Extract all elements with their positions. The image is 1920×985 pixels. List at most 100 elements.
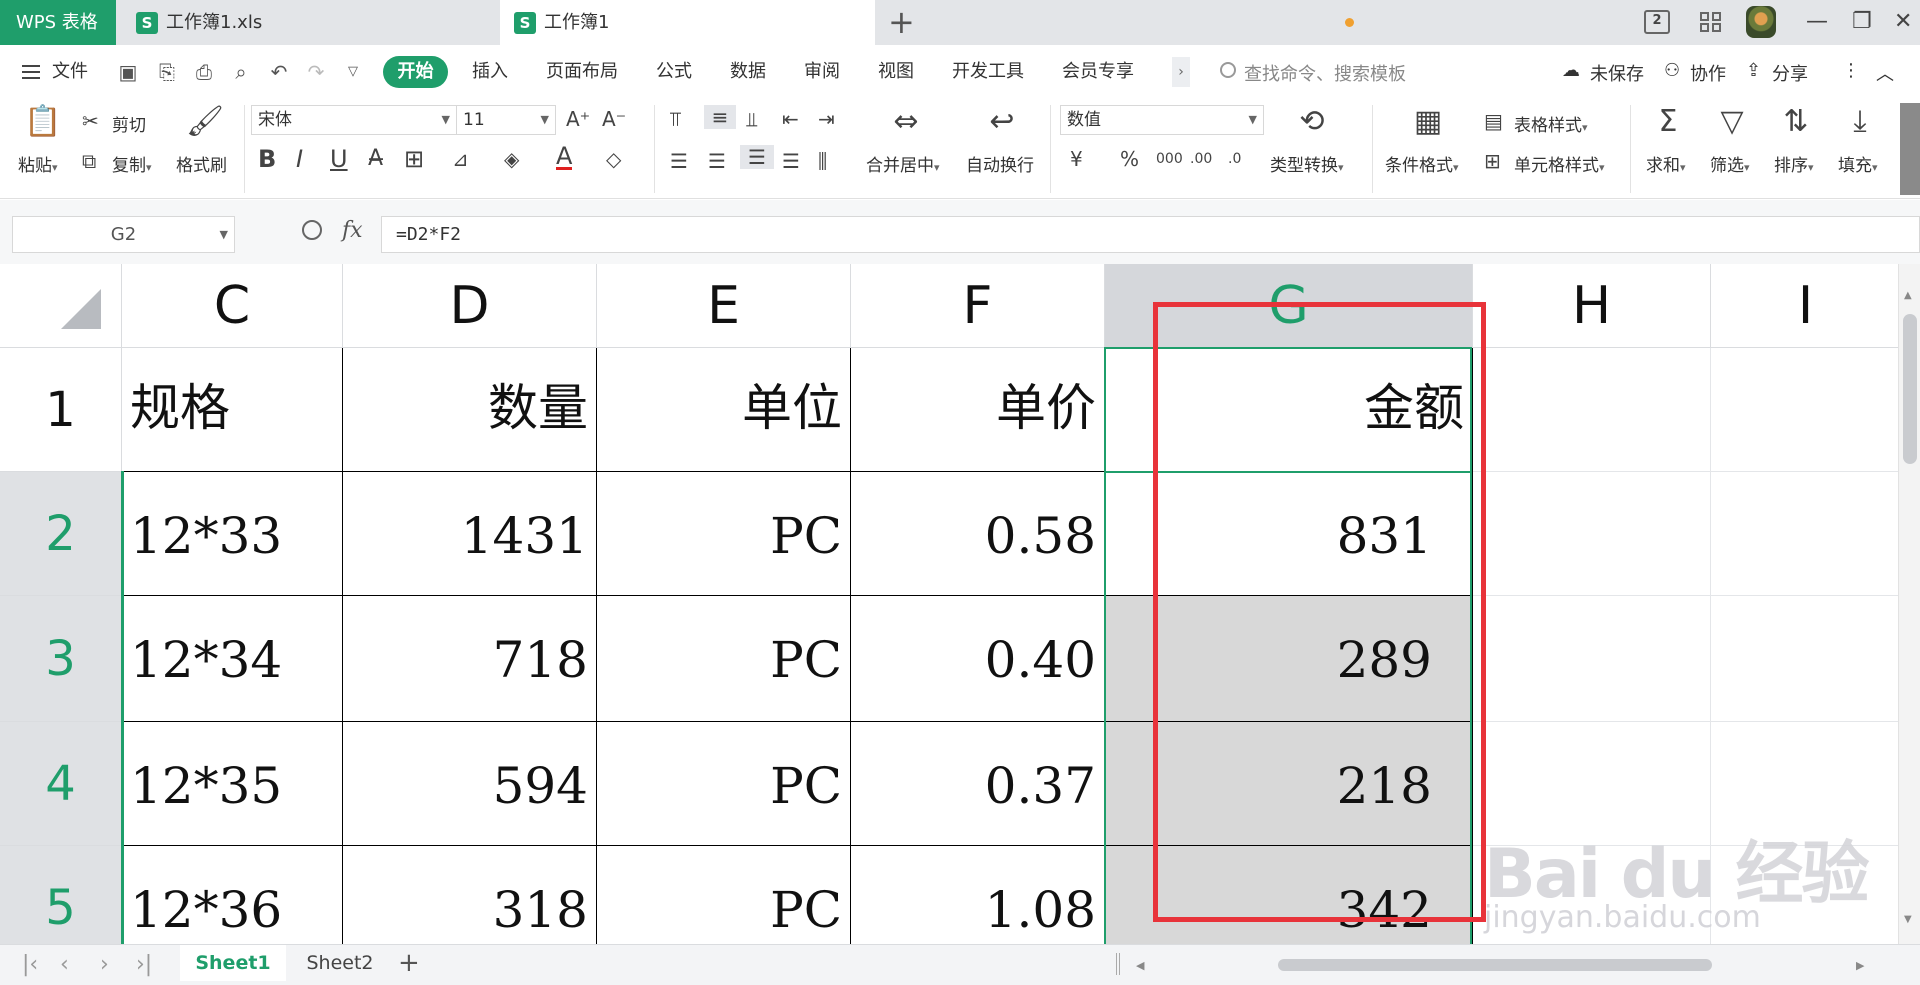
sort-button[interactable]: 排序▾ — [1774, 151, 1814, 176]
share-button[interactable]: 分享 — [1772, 60, 1808, 86]
cell-style-button[interactable]: 单元格样式▾ — [1514, 151, 1605, 176]
cell-c2[interactable]: 12*33 — [122, 472, 343, 596]
cell-d5[interactable]: 318 — [343, 846, 597, 944]
cell-e3[interactable]: PC — [597, 596, 851, 722]
sheet-tab-1[interactable]: Sheet1 — [180, 945, 286, 981]
collapse-ribbon-icon[interactable]: ︿ — [1876, 60, 1894, 86]
cell-g1[interactable]: 金额 — [1105, 348, 1473, 472]
first-sheet-icon[interactable]: |‹ — [22, 951, 38, 979]
column-header-g[interactable]: G — [1105, 264, 1473, 348]
tab-member[interactable]: 会员专享 — [1062, 60, 1134, 84]
column-header-h[interactable]: H — [1473, 264, 1711, 348]
next-sheet-icon[interactable]: › — [100, 951, 109, 979]
horizontal-scrollbar[interactable]: ◀ ▶ — [1132, 955, 1872, 975]
paste-button[interactable]: 粘贴▾ — [18, 151, 58, 176]
cell-f3[interactable]: 0.40 — [851, 596, 1105, 722]
tab-start[interactable]: 开始 — [383, 56, 448, 88]
redo-icon[interactable]: ↷ — [305, 61, 327, 83]
increase-font-icon[interactable]: A⁺ — [566, 107, 590, 131]
vertical-scrollbar[interactable]: ▲ ▼ — [1898, 264, 1920, 944]
type-convert-button[interactable]: 类型转换▾ — [1270, 151, 1344, 176]
cell-e4[interactable]: PC — [597, 722, 851, 846]
hamburger-icon[interactable] — [22, 65, 40, 79]
document-tab-xls[interactable]: S 工作簿1.xls — [120, 0, 570, 45]
decrease-decimal-icon[interactable]: .0 — [1228, 147, 1241, 171]
cell-f2[interactable]: 0.58 — [851, 472, 1105, 596]
cell-g5[interactable]: 342 — [1105, 846, 1473, 944]
command-search-input[interactable]: 查找命令、搜索模板 — [1244, 60, 1406, 86]
restore-icon[interactable]: ❐ — [1852, 6, 1872, 38]
user-avatar[interactable] — [1746, 6, 1776, 38]
new-tab-button[interactable]: + — [888, 4, 915, 40]
cell-g4[interactable]: 218 — [1105, 722, 1473, 846]
cell-f5[interactable]: 1.08 — [851, 846, 1105, 944]
row-header[interactable]: 1 — [0, 348, 122, 472]
cell-c3[interactable]: 12*34 — [122, 596, 343, 722]
cell-d1[interactable]: 数量 — [343, 348, 597, 472]
decrease-font-icon[interactable]: A⁻ — [602, 107, 626, 131]
bold-icon[interactable]: B — [258, 147, 276, 171]
justify-icon[interactable]: ☰ — [782, 149, 800, 173]
conditional-format-icon[interactable]: ▦ — [1410, 105, 1446, 139]
thousands-icon[interactable]: 000 — [1156, 147, 1183, 171]
row-header[interactable]: 2 — [0, 472, 122, 596]
italic-icon[interactable]: I — [296, 147, 303, 171]
cell-d3[interactable]: 718 — [343, 596, 597, 722]
align-bottom-icon[interactable]: ⫫ — [746, 107, 757, 131]
row-header[interactable]: 5 — [0, 846, 122, 944]
align-center-icon[interactable]: ☰ — [708, 149, 726, 173]
tab-formula[interactable]: 公式 — [656, 60, 692, 84]
select-all-corner[interactable] — [0, 264, 122, 348]
undo-icon[interactable]: ↶ — [268, 61, 290, 83]
copy-button[interactable]: 复制▾ — [112, 151, 152, 176]
cell-e5[interactable]: PC — [597, 846, 851, 944]
cell-g3[interactable]: 289 — [1105, 596, 1473, 722]
row-header[interactable]: 3 — [0, 596, 122, 722]
cell-c4[interactable]: 12*35 — [122, 722, 343, 846]
font-color-icon[interactable]: A — [556, 144, 573, 170]
wrap-text-button[interactable]: 自动换行 — [966, 151, 1034, 176]
distributed-icon[interactable]: ⫼ — [818, 149, 827, 173]
paste-icon[interactable]: 📋 — [24, 105, 61, 139]
currency-icon[interactable]: ¥ — [1070, 147, 1083, 171]
unsaved-status[interactable]: 未保存 — [1590, 60, 1644, 86]
collaborate-button[interactable]: 协作 — [1690, 60, 1726, 86]
type-convert-icon[interactable]: ⟲ — [1294, 105, 1330, 139]
horizontal-scroll-thumb[interactable] — [1278, 959, 1712, 971]
font-name-select[interactable]: 宋体 ▼ — [251, 105, 457, 135]
save-icon[interactable]: ▣ — [117, 61, 139, 83]
underline-icon[interactable]: U — [330, 147, 348, 171]
cell-e1[interactable]: 单位 — [597, 348, 851, 472]
format-painter-icon[interactable]: 🖌 — [186, 105, 224, 139]
strikethrough-icon[interactable]: A̶ — [368, 147, 383, 171]
customize-dropdown-icon[interactable]: ▽ — [342, 61, 364, 83]
cell-f1[interactable]: 单价 — [851, 348, 1105, 472]
tab-review[interactable]: 审阅 — [804, 60, 840, 84]
minimize-icon[interactable]: — — [1806, 6, 1828, 38]
cell-d4[interactable]: 594 — [343, 722, 597, 846]
column-header-d[interactable]: D — [343, 264, 597, 348]
prev-sheet-icon[interactable]: ‹ — [60, 951, 69, 979]
number-format-select[interactable]: 数值 ▼ — [1060, 105, 1264, 135]
filter-icon[interactable]: ▽ — [1714, 105, 1750, 139]
cell-c5[interactable]: 12*36 — [122, 846, 343, 944]
format-painter-button[interactable]: 格式刷 — [176, 151, 227, 176]
column-header-c[interactable]: C — [122, 264, 343, 348]
print-icon[interactable]: ⎙ — [193, 61, 215, 83]
tab-view[interactable]: 视图 — [878, 60, 914, 84]
table-style-button[interactable]: 表格样式▾ — [1514, 111, 1588, 136]
more-options-icon[interactable]: ⋮ — [1842, 60, 1860, 81]
align-middle-icon[interactable]: ≡ — [704, 105, 736, 129]
clear-format-icon[interactable]: ◇ — [606, 147, 621, 171]
export-icon[interactable]: ⎘ — [156, 61, 178, 83]
row-header[interactable]: 4 — [0, 722, 122, 846]
scroll-up-icon[interactable]: ▲ — [1904, 290, 1912, 301]
scroll-down-icon[interactable]: ▼ — [1904, 914, 1912, 925]
fill-color-icon[interactable]: ◈ — [504, 147, 519, 171]
scroll-right-icon[interactable]: ▶ — [1856, 959, 1864, 972]
sheet-tab-2[interactable]: Sheet2 — [290, 945, 390, 981]
align-left-icon[interactable]: ☰ — [670, 149, 688, 173]
cut-button[interactable]: 剪切 — [112, 111, 146, 136]
window-count-icon[interactable]: 2 — [1644, 10, 1670, 34]
insert-function-button[interactable]: fx — [342, 218, 363, 243]
